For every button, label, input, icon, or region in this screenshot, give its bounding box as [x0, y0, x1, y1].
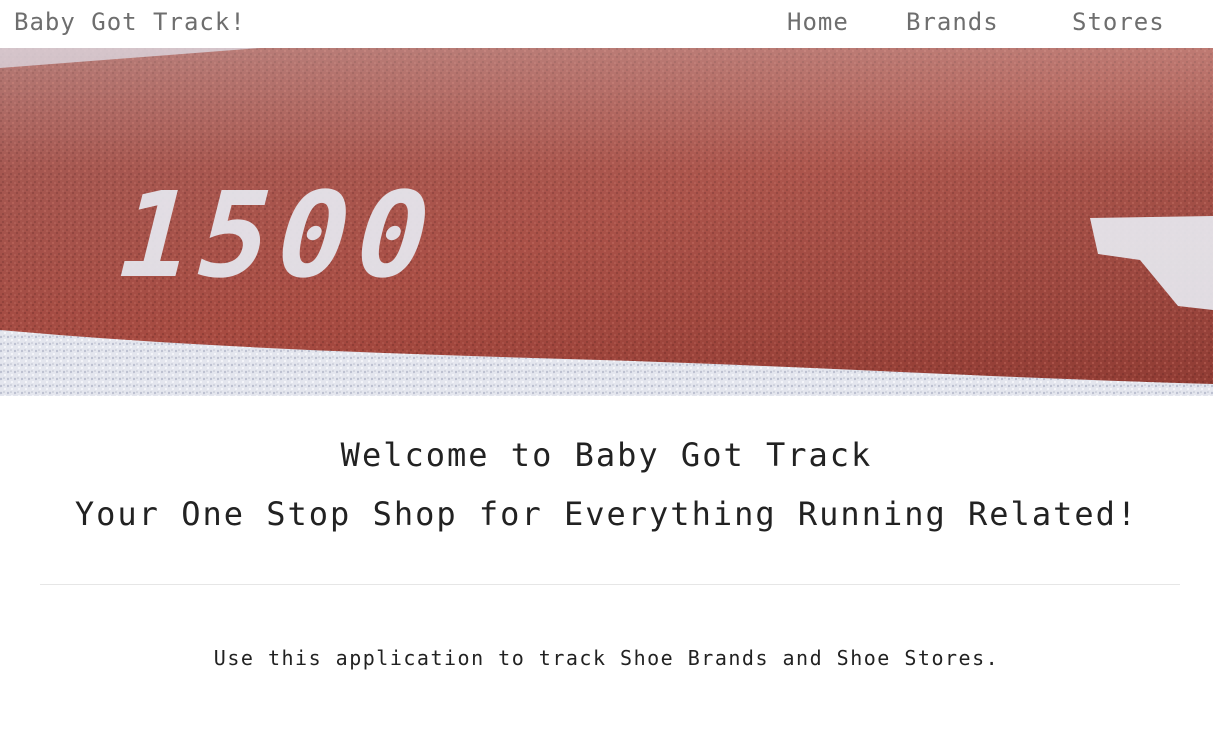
nav-link-home[interactable]: Home: [787, 8, 849, 36]
welcome-heading: Welcome to Baby Got Track: [340, 436, 873, 474]
hero-image: 1500: [0, 48, 1213, 396]
brand-link[interactable]: Baby Got Track!: [14, 8, 246, 36]
divider: [40, 584, 1180, 585]
navbar: Baby Got Track! Home Brands Stores: [0, 0, 1213, 48]
intro-text: Use this application to track Shoe Brand…: [213, 646, 1000, 670]
tagline-heading: Your One Stop Shop for Everything Runnin…: [74, 495, 1139, 533]
running-track-image: 1500: [0, 48, 1213, 396]
nav-link-stores[interactable]: Stores: [1072, 8, 1165, 36]
nav-link-brands[interactable]: Brands: [906, 8, 999, 36]
